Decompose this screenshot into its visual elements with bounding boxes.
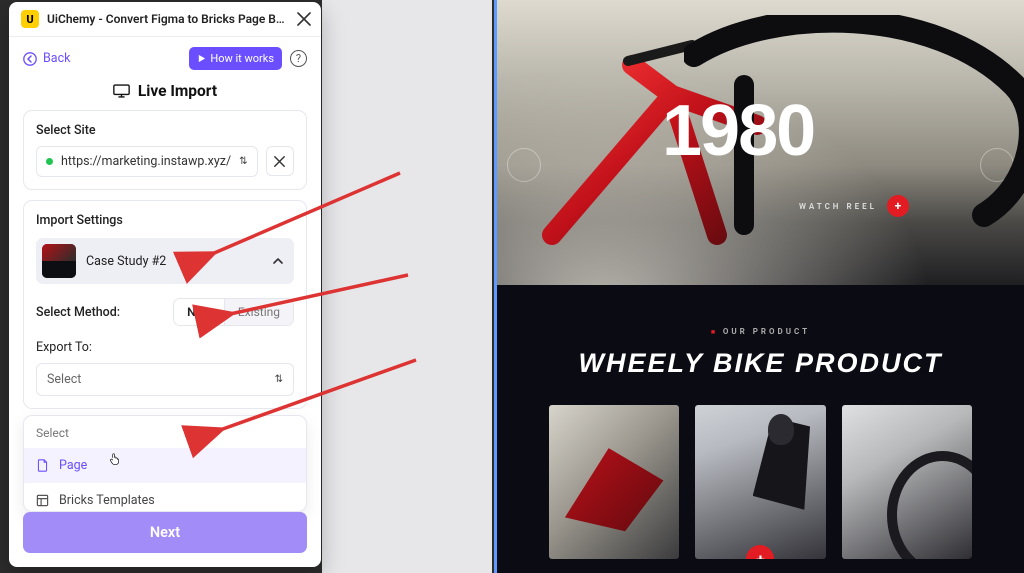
method-existing-button[interactable]: Existing — [225, 299, 293, 325]
method-new-button[interactable]: New — [174, 299, 225, 325]
export-dropdown: Select Page Bricks Templates — [23, 415, 307, 512]
back-button[interactable]: Back — [23, 51, 70, 66]
method-segment: New Existing — [173, 298, 294, 326]
dropdown-option-page[interactable]: Page — [24, 448, 306, 483]
hero-year: 1980 — [662, 90, 814, 172]
window-title: UiChemy - Convert Figma to Bricks Page B… — [47, 12, 289, 26]
hand-cursor-icon — [108, 452, 121, 465]
x-icon — [274, 156, 285, 167]
product-section: OUR PRODUCT WHEELY BIKE PRODUCT — [497, 285, 1024, 559]
file-icon — [36, 459, 49, 472]
close-icon[interactable] — [297, 12, 311, 26]
site-url: https://marketing.instawp.xyz/ — [61, 154, 231, 169]
product-card[interactable] — [842, 405, 972, 559]
select-site-label: Select Site — [36, 123, 294, 138]
clear-site-button[interactable] — [266, 146, 294, 176]
plugin-window: U UiChemy - Convert Figma to Bricks Page… — [9, 2, 321, 567]
app-badge: U — [21, 10, 39, 28]
product-card[interactable] — [549, 405, 679, 559]
import-settings-card: Import Settings Case Study #2 Select Met… — [23, 200, 307, 409]
section-eyebrow: OUR PRODUCT — [517, 327, 1004, 336]
next-button[interactable]: Next — [23, 512, 307, 553]
product-card[interactable] — [695, 405, 825, 559]
section-title: WHEELY BIKE PRODUCT — [517, 348, 1004, 379]
page-heading: Live Import — [9, 76, 321, 110]
plugin-titlebar: U UiChemy - Convert Figma to Bricks Page… — [9, 2, 321, 37]
dropdown-option-bricks[interactable]: Bricks Templates — [24, 483, 306, 512]
status-dot-icon — [46, 158, 53, 165]
dropdown-bricks-label: Bricks Templates — [59, 493, 155, 508]
chevron-up-icon — [272, 255, 284, 267]
how-it-works-label: How it works — [210, 52, 274, 65]
figma-canvas — [322, 0, 492, 573]
how-it-works-button[interactable]: How it works — [189, 47, 282, 70]
dropdown-page-label: Page — [59, 458, 87, 473]
export-to-label: Export To: — [36, 340, 294, 355]
import-settings-label: Import Settings — [36, 213, 294, 228]
case-thumbnail — [42, 244, 76, 278]
chevrons-updown-icon: ⇅ — [239, 158, 247, 165]
case-name: Case Study #2 — [86, 254, 262, 269]
watch-reel-label: WATCH REEL — [799, 202, 877, 211]
plus-icon — [887, 195, 909, 217]
monitor-icon — [113, 84, 130, 98]
select-site-card: Select Site https://marketing.instawp.xy… — [23, 110, 307, 190]
case-study-row[interactable]: Case Study #2 — [36, 238, 294, 284]
template-icon — [36, 494, 49, 507]
plus-icon — [746, 545, 774, 559]
plugin-toolbar: Back How it works ? — [9, 37, 321, 76]
chevrons-updown-icon: ⇅ — [275, 376, 283, 383]
help-button[interactable]: ? — [290, 50, 307, 67]
design-preview: 1980 WATCH REEL OUR PRODUCT WHEELY BIKE … — [494, 0, 1024, 573]
dropdown-header: Select — [24, 416, 306, 448]
site-select[interactable]: https://marketing.instawp.xyz/ ⇅ — [36, 146, 258, 177]
select-method-label: Select Method: — [36, 305, 120, 320]
hero-section: 1980 WATCH REEL — [497, 0, 1024, 285]
export-to-value: Select — [47, 372, 81, 387]
heading-text: Live Import — [138, 82, 217, 100]
back-label: Back — [43, 51, 70, 66]
export-to-select[interactable]: Select ⇅ — [36, 363, 294, 396]
watch-reel[interactable]: WATCH REEL — [799, 195, 909, 217]
